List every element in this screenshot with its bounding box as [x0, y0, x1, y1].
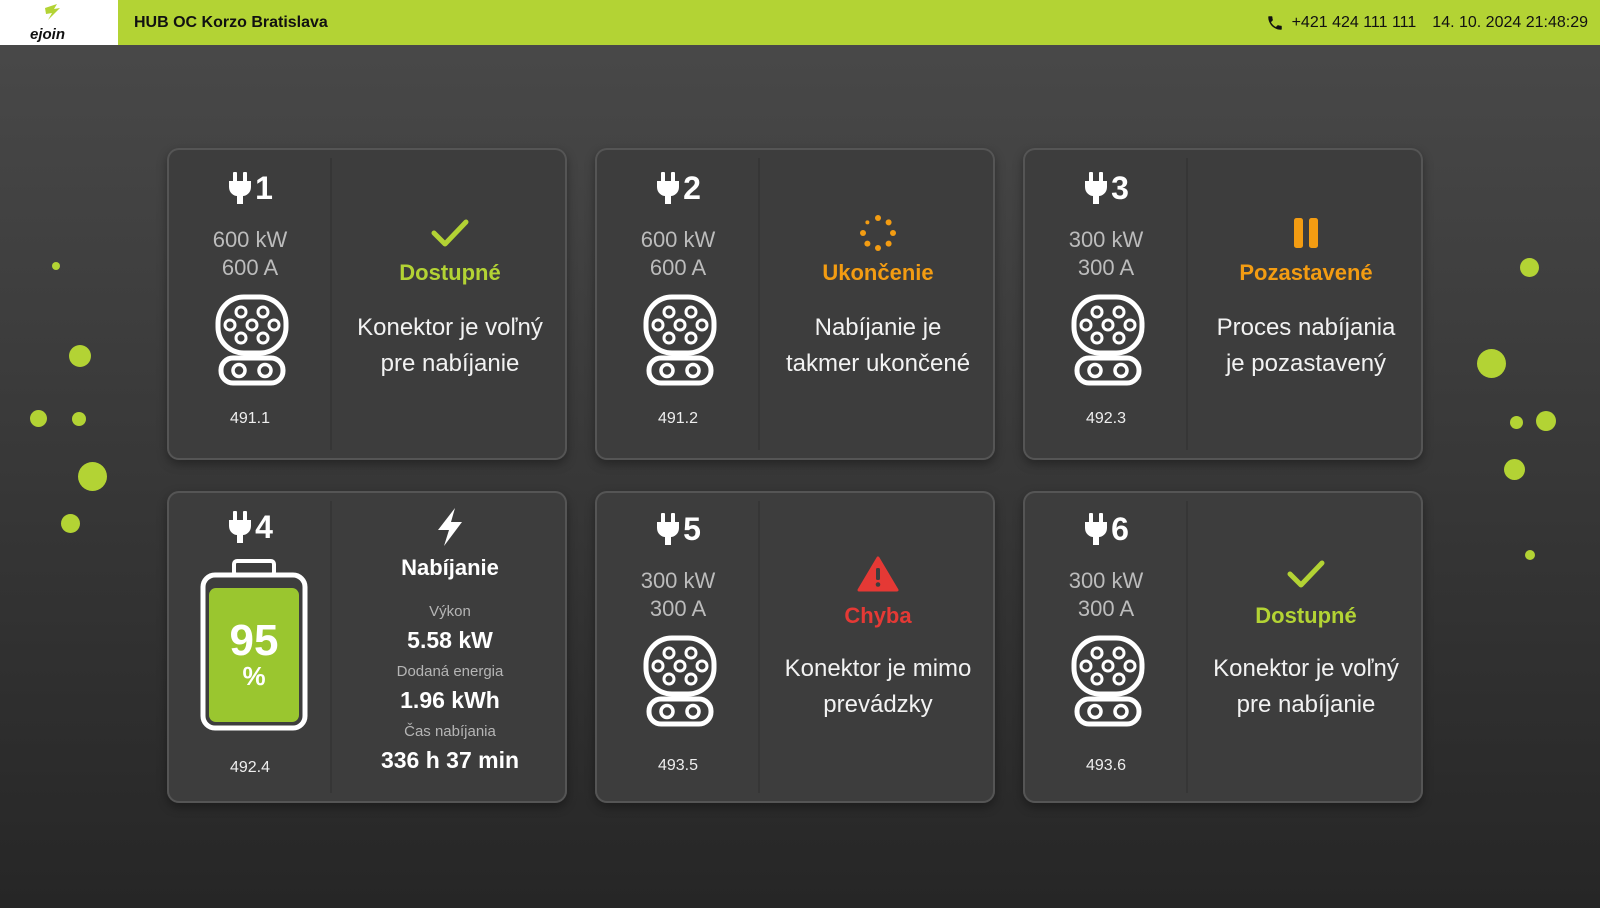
ccs-connector-icon	[1071, 635, 1145, 727]
battery-percentage: 95	[229, 616, 279, 665]
plug-icon	[1083, 512, 1109, 546]
plug-icon	[227, 171, 253, 205]
plug-icon	[655, 512, 681, 546]
station-name: HUB OC Korzo Bratislava	[134, 14, 328, 31]
pause-icon	[1292, 217, 1320, 254]
connector-power: 600 kW	[640, 227, 716, 252]
ccs-connector-icon	[1071, 294, 1145, 386]
power-label: Výkon	[429, 603, 471, 620]
plug-icon	[227, 510, 253, 544]
connector-power: 300 kW	[1068, 568, 1144, 593]
spinner-icon	[858, 213, 898, 258]
connector-code: 492.3	[1085, 410, 1127, 427]
status-label: Pozastavené	[1239, 260, 1373, 285]
top-bar: ejoin HUB OC Korzo Bratislava +421 424 1…	[0, 0, 1600, 45]
battery-unit: %	[242, 661, 266, 691]
power-value: 5.58 kW	[407, 627, 493, 653]
check-icon	[431, 218, 469, 253]
ccs-connector-icon	[643, 294, 717, 386]
status-label: Dostupné	[1255, 603, 1357, 628]
header-info: +421 424 111 111 14. 10. 2024 21:48:29	[1266, 0, 1588, 45]
connector-code: 493.6	[1085, 757, 1127, 774]
ccs-connector-icon	[215, 294, 289, 386]
check-icon	[1287, 559, 1325, 594]
status-label: Nabíjanie	[401, 555, 499, 580]
status-message-line2: je pozastavený	[1225, 350, 1387, 377]
time-label: Čas nabíjania	[404, 723, 496, 740]
status-label: Ukončenie	[822, 260, 934, 285]
connector-current: 300 A	[649, 596, 707, 621]
connector-number: 3	[1111, 169, 1129, 206]
connector-power: 300 kW	[640, 568, 716, 593]
connector-code: 491.1	[229, 410, 271, 427]
phone-icon	[1266, 14, 1284, 32]
connector-number: 6	[1111, 510, 1129, 547]
connector-current: 300 A	[1077, 255, 1135, 280]
connector-current: 600 A	[221, 255, 279, 280]
connector-number: 4	[255, 508, 273, 545]
connector-current: 600 A	[649, 255, 707, 280]
lightning-icon	[435, 507, 465, 552]
status-label: Chyba	[844, 603, 912, 628]
connector-number: 1	[255, 169, 273, 206]
status-message-line1: Konektor je voľný	[1213, 655, 1399, 682]
plug-icon	[655, 171, 681, 205]
ccs-connector-icon	[643, 635, 717, 727]
status-message-line1: Nabíjanie je	[814, 314, 942, 341]
connector-card-3[interactable]: 3 300 kW 300 A 492.3 Pozastavené Proces n…	[1023, 148, 1423, 460]
connector-code: 493.5	[657, 757, 699, 774]
connector-number: 2	[683, 169, 701, 206]
status-message-line2: takmer ukončené	[785, 350, 971, 377]
connector-card-5[interactable]: 5 300 kW 300 A 493.5 Chyba Konektor je mi…	[595, 491, 995, 803]
phone-number: +421 424 111 111	[1291, 13, 1417, 31]
connector-code: 491.2	[657, 410, 699, 427]
connector-current: 300 A	[1077, 596, 1135, 621]
energy-label: Dodaná energia	[396, 663, 504, 680]
status-message-line2: pre nabíjanie	[1236, 691, 1376, 718]
status-message-line1: Proces nabíjania	[1216, 314, 1396, 341]
energy-value: 1.96 kWh	[400, 687, 500, 713]
connector-card-4[interactable]: 4 95% 492.4 Nabíjanie Výkon 5.58 kW Doda…	[167, 491, 567, 803]
status-message-line1: Konektor je mimo	[784, 655, 972, 682]
connector-card-2[interactable]: 2 600 kW 600 A 491.2 Ukončenie Nabíjanie …	[595, 148, 995, 460]
connector-card-1[interactable]: 1 600 kW 600 A 491.1 Dostupné Konektor je…	[167, 148, 567, 460]
ejoin-logo: ejoin	[0, 0, 118, 45]
connector-card-6[interactable]: 6 300 kW 300 A 493.6 Dostupné Konektor je…	[1023, 491, 1423, 803]
connector-number: 5	[683, 510, 701, 547]
date-time: 14. 10. 2024 21:48:29	[1432, 13, 1588, 31]
connector-power: 600 kW	[212, 227, 288, 252]
status-message-line2: pre nabíjanie	[380, 350, 520, 377]
svg-text:ejoin: ejoin	[30, 26, 65, 43]
warning-icon	[857, 556, 899, 597]
connector-power: 300 kW	[1068, 227, 1144, 252]
plug-icon	[1083, 171, 1109, 205]
status-message-line1: Konektor je voľný	[357, 314, 543, 341]
connector-code: 492.4	[229, 759, 271, 776]
time-value: 336 h 37 min	[380, 747, 520, 773]
status-label: Dostupné	[399, 260, 501, 285]
status-message-line2: prevádzky	[823, 691, 933, 718]
